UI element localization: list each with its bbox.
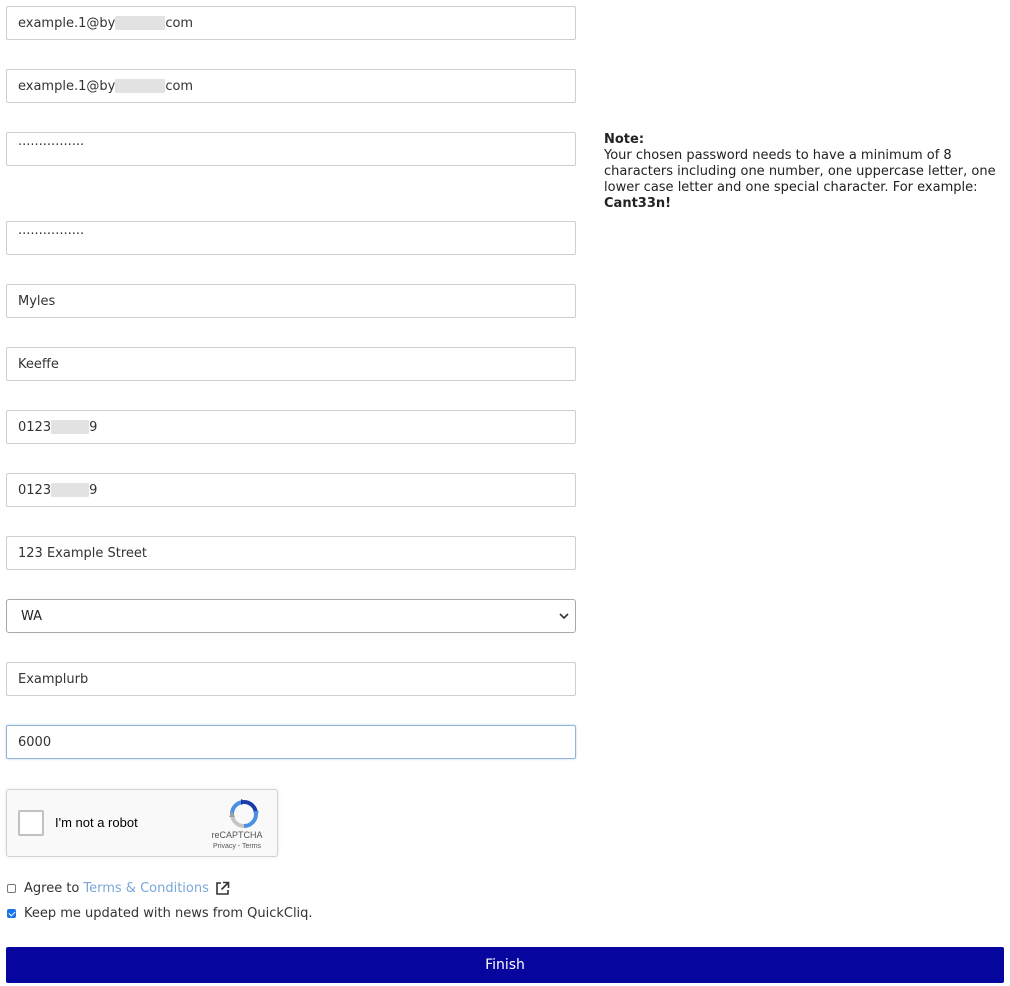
phone-prefix: 0123 (18, 419, 52, 435)
password-masked-value: ················ (18, 137, 85, 153)
suburb-value: Examplurb (18, 671, 89, 687)
recaptcha-logo-icon (228, 798, 260, 830)
postcode-value: 6000 (18, 734, 52, 750)
newsletter-row: Keep me updated with news from QuickCliq… (7, 906, 313, 921)
mobile-suffix: 9 (89, 482, 98, 498)
postcode-field[interactable]: 6000 (6, 725, 576, 759)
newsletter-label: Keep me updated with news from QuickCliq… (24, 906, 313, 921)
confirm-email-field[interactable]: example.1@by com (6, 69, 576, 103)
recaptcha-privacy-terms-links[interactable]: Privacy - Terms (207, 843, 267, 850)
state-value: WA (21, 608, 43, 624)
chevron-down-icon (559, 611, 569, 621)
state-select[interactable]: WA (6, 599, 576, 633)
newsletter-checkbox[interactable] (7, 909, 16, 918)
confirm-password-masked-value: ················ (18, 226, 85, 242)
email-field[interactable]: example.1@by com (6, 6, 576, 40)
terms-link[interactable]: Terms & Conditions (83, 881, 209, 896)
terms-prefix: Agree to (24, 881, 80, 896)
confirm-email-prefix: example.1@by (18, 78, 116, 94)
email-prefix: example.1@by (18, 15, 116, 31)
first-name-field[interactable]: Myles (6, 284, 576, 318)
street-value: 123 Example Street (18, 545, 147, 561)
terms-checkbox[interactable] (7, 884, 16, 893)
phone-field[interactable]: 0123 9 (6, 410, 576, 444)
password-field[interactable]: ················ (6, 132, 576, 166)
confirm-email-suffix: com (165, 78, 194, 94)
finish-label: Finish (485, 957, 525, 973)
recaptcha-brand: reCAPTCHA (211, 830, 263, 840)
terms-row: Agree to Terms & Conditions (7, 881, 230, 896)
registration-page: example.1@by com example.1@by com ········… (0, 0, 1010, 986)
redacted-mask (51, 483, 90, 497)
recaptcha-widget: I'm not a robot reCAPTCHA Privacy - Term… (6, 789, 278, 857)
redacted-mask (51, 420, 90, 434)
external-link-icon[interactable] (215, 881, 230, 896)
recaptcha-label: I'm not a robot (55, 815, 138, 830)
note-title: Note: (604, 132, 645, 147)
email-suffix: com (165, 15, 194, 31)
mobile-field[interactable]: 0123 9 (6, 473, 576, 507)
confirm-password-field[interactable]: ················ (6, 221, 576, 255)
suburb-field[interactable]: Examplurb (6, 662, 576, 696)
note-example: Cant33n! (604, 196, 672, 211)
redacted-mask (115, 16, 166, 30)
mobile-prefix: 0123 (18, 482, 52, 498)
last-name-field[interactable]: Keeffe (6, 347, 576, 381)
note-text: Your chosen password needs to have a min… (604, 148, 996, 195)
street-field[interactable]: 123 Example Street (6, 536, 576, 570)
redacted-mask (115, 79, 166, 93)
first-name-value: Myles (18, 293, 56, 309)
last-name-value: Keeffe (18, 356, 59, 372)
finish-button[interactable]: Finish (6, 947, 1004, 983)
password-note: Note: Your chosen password needs to have … (604, 132, 996, 212)
recaptcha-checkbox[interactable] (18, 810, 44, 836)
phone-suffix: 9 (89, 419, 98, 435)
